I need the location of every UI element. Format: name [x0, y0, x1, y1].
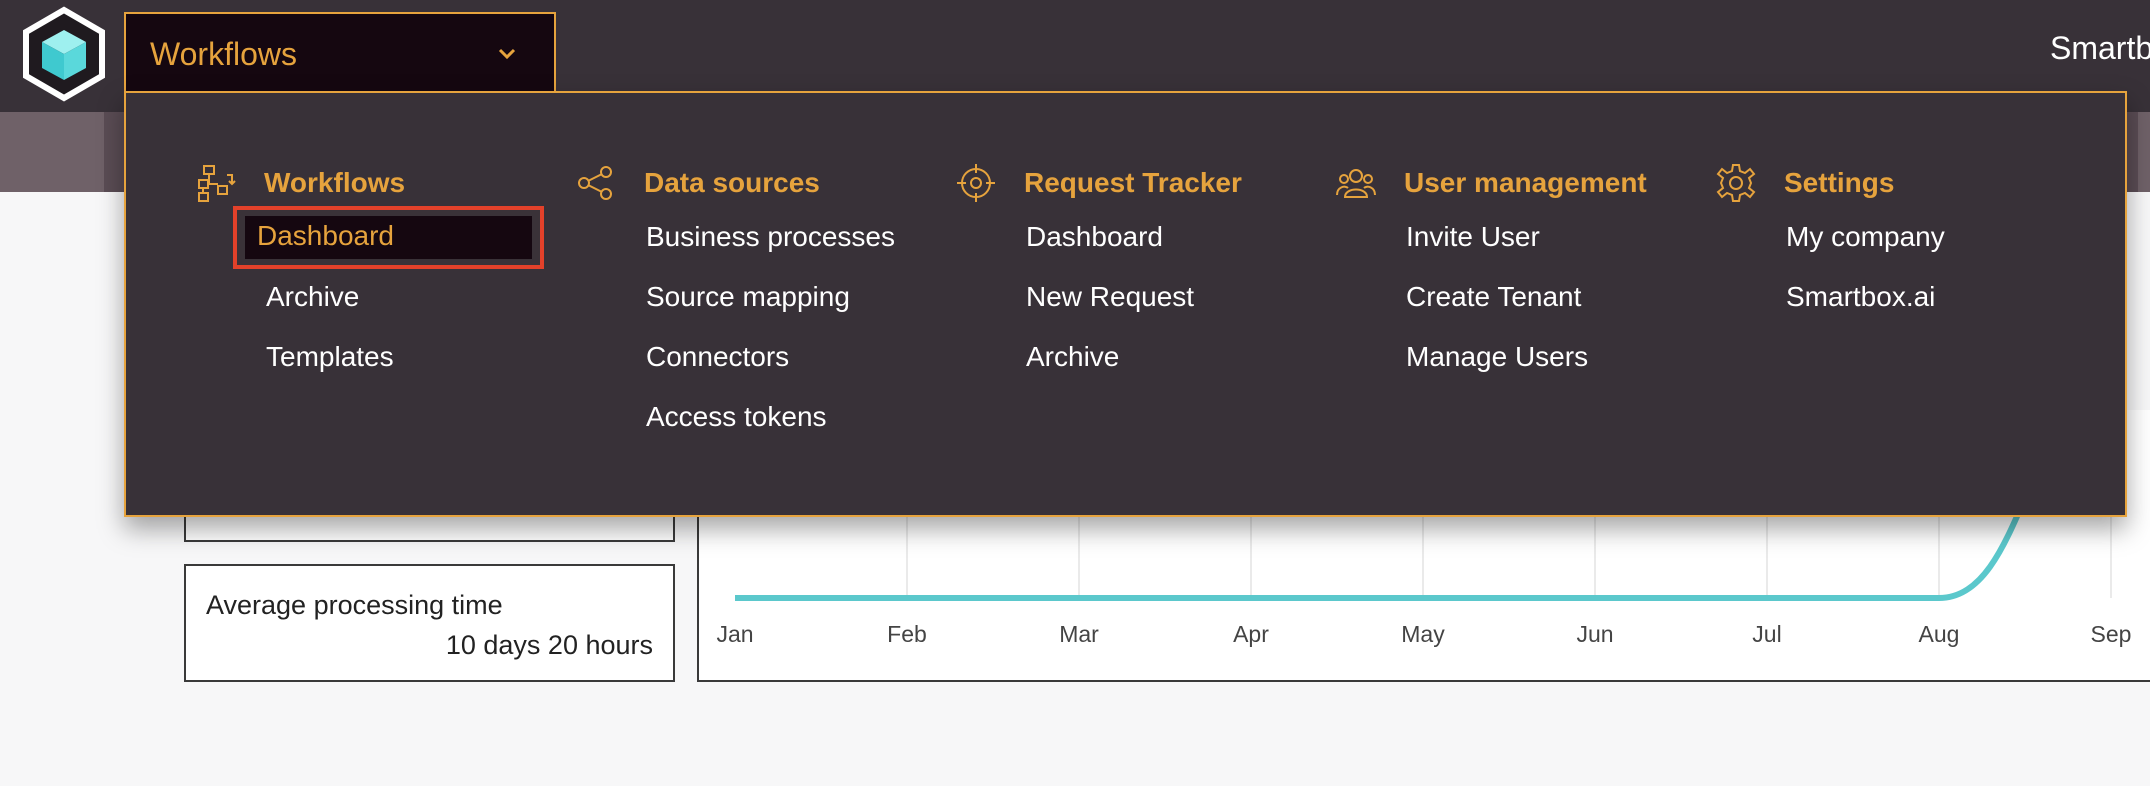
menu-item-source-mapping[interactable]: Source mapping	[646, 281, 850, 313]
menu-item-access-tokens[interactable]: Access tokens	[646, 401, 827, 433]
menu-category-title: Request Tracker	[1024, 167, 1242, 198]
x-tick-label: May	[1401, 621, 1445, 647]
x-tick-label: Sep	[2091, 621, 2132, 647]
x-tick-label: Feb	[887, 621, 927, 647]
menu-item-archive[interactable]: Archive	[266, 281, 359, 313]
avg-processing-label: Average processing time	[206, 590, 503, 620]
x-tick-label: Apr	[1233, 621, 1269, 647]
brand-name: Smartb	[2050, 30, 2150, 66]
menu-item-archive[interactable]: Archive	[1026, 341, 1119, 373]
active-item-label: Dashboard	[257, 220, 394, 251]
workflow-mega-menu: Workflows Archive Templates Data sources Bus…	[124, 91, 2127, 517]
avg-processing-card: Average processing time 10 days 20 hours	[184, 564, 675, 682]
menu-category-title: Settings	[1784, 167, 1895, 198]
menu-item-connectors[interactable]: Connectors	[646, 341, 789, 373]
secondary-bar-edge	[2138, 112, 2150, 192]
menu-item-invite-user[interactable]: Invite User	[1406, 221, 1540, 253]
gear-icon	[1716, 163, 1756, 203]
x-tick-label: Jul	[1752, 621, 1781, 647]
menu-item-smartbox-ai[interactable]: Smartbox.ai	[1786, 281, 1935, 313]
x-tick-label: Jun	[1576, 621, 1613, 647]
x-tick-label: Aug	[1919, 621, 1960, 647]
menu-item-create-tenant[interactable]: Create Tenant	[1406, 281, 1581, 313]
menu-item-manage-users[interactable]: Manage Users	[1406, 341, 1588, 373]
menu-category-title: Data sources	[644, 167, 820, 198]
menu-category-title: User management	[1404, 167, 1647, 198]
x-tick-label: Jan	[716, 621, 753, 647]
workflow-select-dropdown[interactable]: Workflows	[124, 12, 556, 94]
avg-processing-value: 10 days 20 hours	[445, 630, 653, 660]
menu-category-title: Workflows	[264, 167, 406, 198]
menu-item-dashboard-active[interactable]: Dashboard	[233, 206, 544, 269]
workflow-tree-icon	[196, 163, 236, 203]
workflow-select-label: Workflows	[150, 36, 297, 72]
target-icon	[956, 163, 996, 203]
menu-item-templates[interactable]: Templates	[266, 341, 394, 373]
menu-item-my-company[interactable]: My company	[1786, 221, 1945, 253]
users-icon	[1336, 163, 1376, 203]
x-tick-label: Mar	[1059, 621, 1099, 647]
menu-item-dashboard[interactable]: Dashboard	[1026, 221, 1163, 253]
chevron-down-icon	[498, 48, 516, 60]
app-logo-icon[interactable]	[20, 6, 108, 102]
menu-item-business-processes[interactable]: Business processes	[646, 221, 895, 253]
share-nodes-icon	[576, 163, 616, 203]
menu-item-new-request[interactable]: New Request	[1026, 281, 1194, 313]
